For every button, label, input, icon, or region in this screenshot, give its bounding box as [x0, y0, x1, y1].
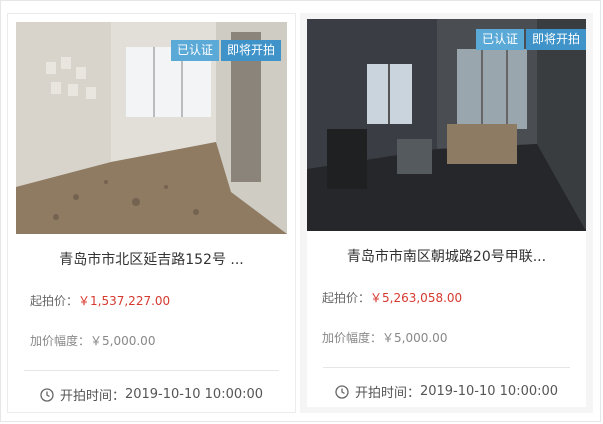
clock-icon — [335, 384, 349, 399]
start-price-row: 起拍价：￥5,263,058.00 — [322, 289, 586, 307]
increment-row: 加价幅度：￥5,000.00 — [322, 329, 586, 347]
listing-card-1[interactable]: 已认证 即将开拍 青岛市市北区延吉路152号 ... 起拍价：￥1,537,22… — [7, 13, 296, 413]
listing-photo-1[interactable]: 已认证 即将开拍 — [16, 22, 287, 234]
listing-photo-2[interactable]: 已认证 即将开拍 — [307, 19, 586, 231]
clock-icon — [40, 387, 54, 402]
start-price-label: 起拍价： — [322, 291, 371, 305]
increment-value: ￥5,000.00 — [90, 334, 156, 348]
certified-badge: 已认证 — [170, 40, 219, 61]
increment-row: 加价幅度：￥5,000.00 — [30, 332, 295, 350]
start-price-label: 起拍价： — [30, 294, 79, 308]
listing-panel: 已认证 即将开拍 青岛市市北区延吉路152号 ... 起拍价：￥1,537,22… — [0, 0, 601, 422]
badge-group: 已认证 即将开拍 — [170, 40, 281, 61]
divider — [323, 367, 570, 368]
start-time-label: 开拍时间： — [354, 386, 420, 401]
badge-group: 已认证 即将开拍 — [475, 29, 586, 50]
listing-card-2[interactable]: 已认证 即将开拍 青岛市市南区朝城路20号甲联... 起拍价：￥5,263,05… — [300, 13, 593, 413]
increment-value: ￥5,000.00 — [382, 331, 448, 345]
status-badge: 即将开拍 — [525, 29, 586, 50]
listing-title[interactable]: 青岛市市北区延吉路152号 ... — [24, 250, 279, 270]
divider — [24, 370, 279, 371]
room-photo-dark-office — [307, 19, 586, 231]
increment-label: 加价幅度： — [322, 331, 383, 345]
start-price-value: ￥1,537,227.00 — [78, 294, 171, 308]
start-time-value: 2019-10-10 10:00:00 — [124, 387, 264, 402]
start-time-row: 开拍时间： 2019-10-10 10:00:00 — [8, 385, 295, 404]
start-time-row: 开拍时间： 2019-10-10 10:00:00 — [307, 382, 586, 401]
start-time-value: 2019-10-10 10:00:00 — [419, 384, 559, 399]
start-time-label: 开拍时间： — [59, 389, 125, 404]
start-price-row: 起拍价：￥1,537,227.00 — [30, 292, 295, 310]
status-badge: 即将开拍 — [220, 40, 281, 61]
listing-title[interactable]: 青岛市市南区朝城路20号甲联... — [323, 247, 570, 267]
start-price-value: ￥5,263,058.00 — [370, 291, 463, 305]
certified-badge: 已认证 — [475, 29, 524, 50]
increment-label: 加价幅度： — [30, 334, 91, 348]
